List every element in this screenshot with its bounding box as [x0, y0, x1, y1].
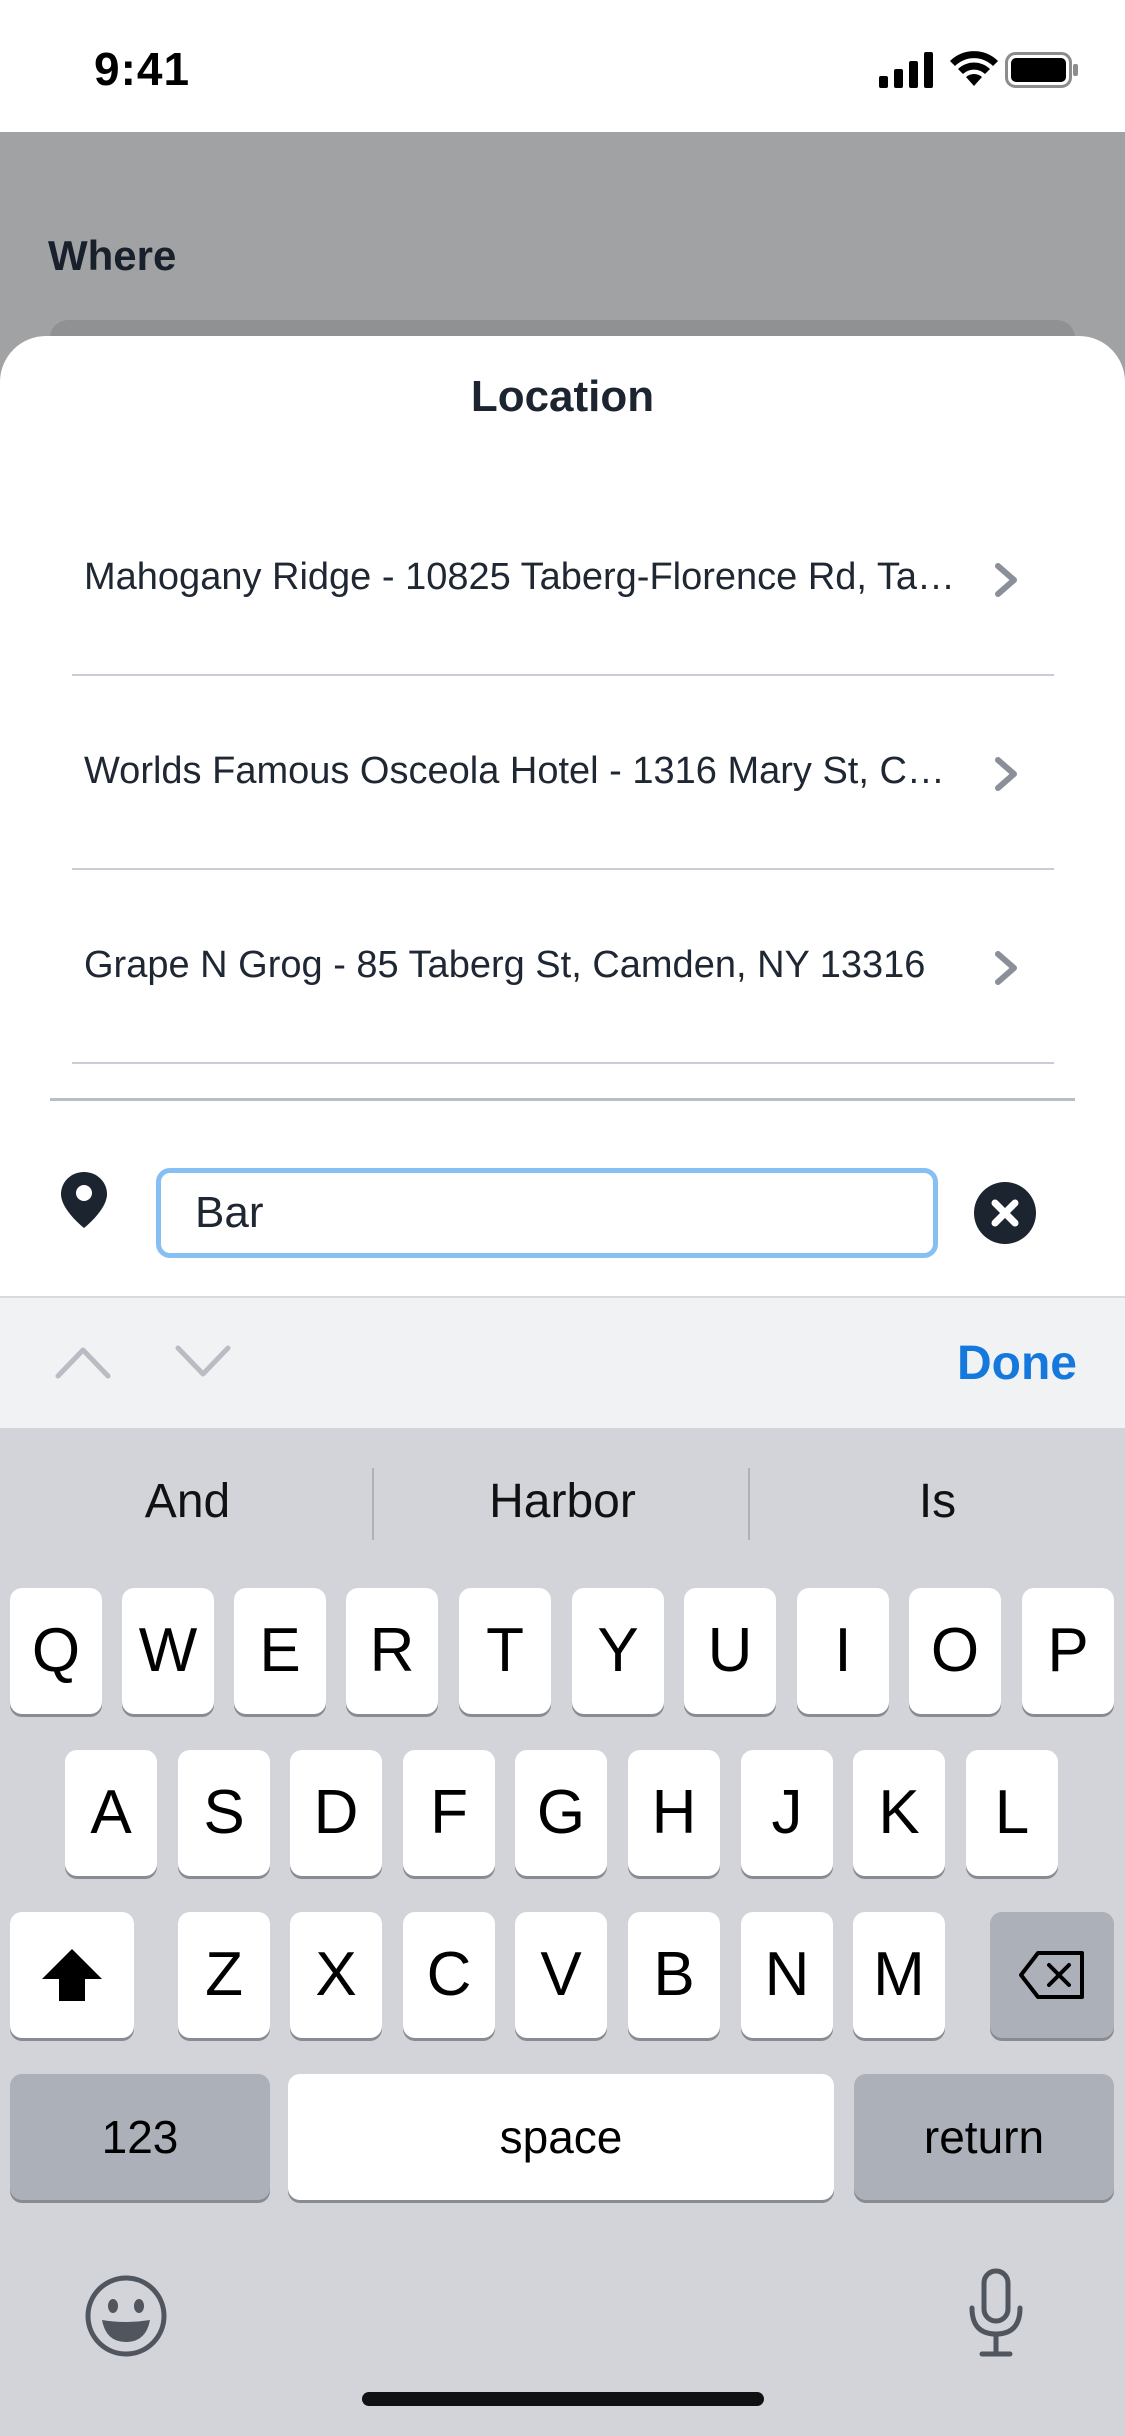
key-w[interactable]: W	[122, 1588, 214, 1714]
key-p[interactable]: P	[1022, 1588, 1114, 1714]
location-result-item[interactable]: Worlds Famous Osceola Hotel - 1316 Mary …	[72, 676, 1054, 870]
key-t[interactable]: T	[459, 1588, 551, 1714]
keyboard-accessory-bar: Done	[0, 1296, 1125, 1428]
chevron-down-icon[interactable]	[174, 1342, 232, 1382]
key-q[interactable]: Q	[10, 1588, 102, 1714]
location-sheet: Location Mahogany Ridge - 10825 Taberg-F…	[0, 336, 1125, 1296]
return-key[interactable]: return	[854, 2074, 1114, 2200]
key-g[interactable]: G	[515, 1750, 607, 1876]
key-f[interactable]: F	[403, 1750, 495, 1876]
clear-icon	[991, 1199, 1019, 1227]
emoji-icon[interactable]	[84, 2274, 168, 2358]
location-result-label: Mahogany Ridge - 10825 Taberg-Florence R…	[84, 556, 964, 598]
space-key[interactable]: space	[288, 2074, 834, 2200]
key-n[interactable]: N	[741, 1912, 833, 2038]
signal-icon	[879, 52, 933, 88]
chevron-right-icon	[995, 563, 1017, 597]
clear-button[interactable]	[974, 1182, 1036, 1244]
key-b[interactable]: B	[628, 1912, 720, 2038]
sheet-divider	[50, 1098, 1075, 1101]
location-result-item[interactable]: Grape N Grog - 85 Taberg St, Camden, NY …	[72, 870, 1054, 1064]
location-result-label: Grape N Grog - 85 Taberg St, Camden, NY …	[84, 944, 926, 986]
chevron-right-icon	[995, 951, 1017, 985]
key-i[interactable]: I	[797, 1588, 889, 1714]
key-d[interactable]: D	[290, 1750, 382, 1876]
chevron-right-icon	[995, 757, 1017, 791]
suggestion-bar: And Harbor Is	[0, 1464, 1125, 1540]
done-button[interactable]: Done	[957, 1336, 1077, 1391]
key-k[interactable]: K	[853, 1750, 945, 1876]
key-h[interactable]: H	[628, 1750, 720, 1876]
sheet-title: Location	[470, 372, 655, 421]
suggestion-item[interactable]: Harbor	[375, 1464, 750, 1540]
key-l[interactable]: L	[966, 1750, 1058, 1876]
key-s[interactable]: S	[178, 1750, 270, 1876]
location-result-label: Worlds Famous Osceola Hotel - 1316 Mary …	[84, 750, 964, 792]
key-x[interactable]: X	[290, 1912, 382, 2038]
key-y[interactable]: Y	[572, 1588, 664, 1714]
status-bar: 9:41	[0, 0, 1125, 132]
suggestion-separator	[372, 1468, 374, 1540]
shift-icon	[42, 1949, 102, 2001]
home-indicator	[362, 2392, 764, 2406]
key-e[interactable]: E	[234, 1588, 326, 1714]
backspace-icon	[1019, 1951, 1084, 1999]
location-result-item[interactable]: Mahogany Ridge - 10825 Taberg-Florence R…	[72, 482, 1054, 676]
wifi-icon	[950, 51, 998, 86]
key-c[interactable]: C	[403, 1912, 495, 2038]
location-pin-icon	[61, 1172, 107, 1228]
suggestion-item[interactable]: Is	[750, 1464, 1125, 1540]
status-icons	[879, 50, 1079, 90]
status-time: 9:41	[94, 43, 191, 95]
backspace-key[interactable]	[990, 1912, 1114, 2038]
key-j[interactable]: J	[741, 1750, 833, 1876]
key-r[interactable]: R	[346, 1588, 438, 1714]
battery-icon	[1005, 52, 1078, 88]
chevron-up-icon[interactable]	[54, 1342, 112, 1382]
shift-key[interactable]	[10, 1912, 134, 2038]
where-label: Where	[48, 232, 177, 279]
suggestion-item[interactable]: And	[0, 1464, 375, 1540]
numbers-key[interactable]: 123	[10, 2074, 270, 2200]
microphone-icon[interactable]	[966, 2268, 1026, 2358]
key-a[interactable]: A	[65, 1750, 157, 1876]
key-z[interactable]: Z	[178, 1912, 270, 2038]
key-o[interactable]: O	[909, 1588, 1001, 1714]
key-u[interactable]: U	[684, 1588, 776, 1714]
key-v[interactable]: V	[515, 1912, 607, 2038]
key-m[interactable]: M	[853, 1912, 945, 2038]
location-search-input[interactable]	[156, 1168, 938, 1258]
keyboard: And Harbor Is Q W E R T Y U I O P A S D …	[0, 1428, 1125, 2436]
